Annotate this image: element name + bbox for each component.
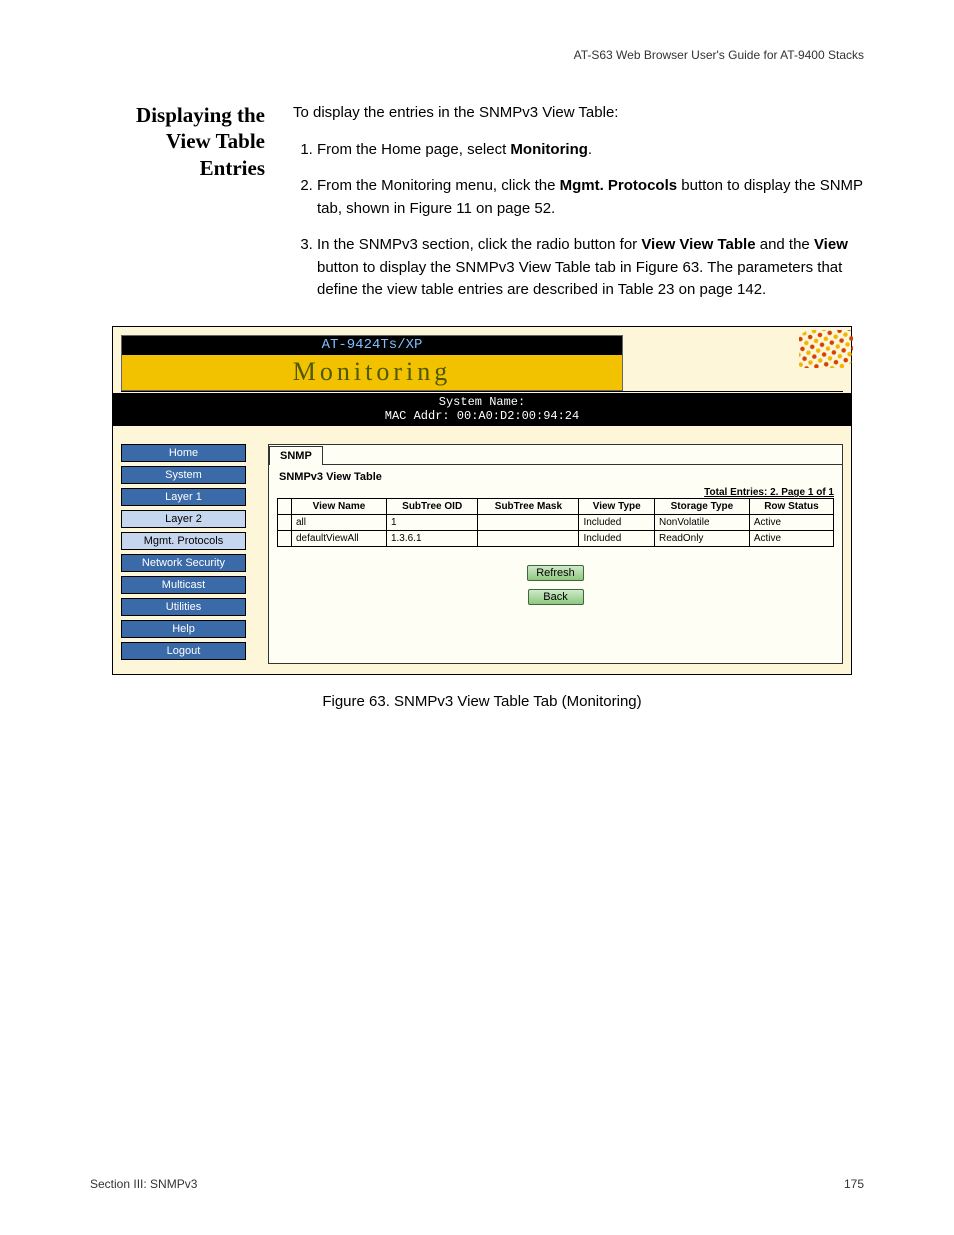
col-view-name: View Name — [292, 499, 387, 515]
panel-title: SNMPv3 View Table — [279, 471, 834, 483]
step-1: From the Home page, select Monitoring. — [317, 139, 864, 162]
cell-row-status: Active — [749, 531, 833, 547]
back-button[interactable]: Back — [528, 589, 584, 605]
nav-help[interactable]: Help — [121, 620, 246, 638]
step-2: From the Monitoring menu, click the Mgmt… — [317, 175, 864, 220]
mac-address: MAC Addr: 00:A0:D2:00:94:24 — [385, 409, 579, 423]
cell-row-status: Active — [749, 515, 833, 531]
nav-system[interactable]: System — [121, 466, 246, 484]
col-select — [278, 499, 292, 515]
cell-subtree-mask — [478, 531, 579, 547]
running-header: AT-S63 Web Browser User's Guide for AT-9… — [90, 48, 864, 62]
table-row[interactable]: defaultViewAll 1.3.6.1 Included ReadOnly… — [278, 531, 834, 547]
section-heading: Displaying the View Table Entries — [90, 102, 265, 316]
section-heading-l2: View Table — [166, 129, 265, 153]
table-row[interactable]: all 1 Included NonVolatile Active — [278, 515, 834, 531]
cell-view-name: defaultViewAll — [292, 531, 387, 547]
cell-view-type: Included — [579, 515, 655, 531]
cell-storage-type: ReadOnly — [654, 531, 749, 547]
col-subtree-mask: SubTree Mask — [478, 499, 579, 515]
nav-logout[interactable]: Logout — [121, 642, 246, 660]
nav-layer2[interactable]: Layer 2 — [121, 510, 246, 528]
nav-layer1[interactable]: Layer 1 — [121, 488, 246, 506]
section-heading-l3: Entries — [200, 156, 265, 180]
system-name-label: System Name: — [439, 395, 525, 409]
view-table: View Name SubTree OID SubTree Mask View … — [277, 498, 834, 547]
nav-utilities[interactable]: Utilities — [121, 598, 246, 616]
col-view-type: View Type — [579, 499, 655, 515]
col-storage-type: Storage Type — [654, 499, 749, 515]
col-row-status: Row Status — [749, 499, 833, 515]
sidebar-nav: Home System Layer 1 Layer 2 Mgmt. Protoc… — [121, 444, 246, 664]
tab-snmp[interactable]: SNMP — [269, 446, 323, 465]
step-3: In the SNMPv3 section, click the radio b… — [317, 234, 864, 302]
device-model: AT-9424Ts/XP — [122, 336, 622, 355]
page-number: 175 — [844, 1177, 864, 1191]
nav-mgmt-protocols[interactable]: Mgmt. Protocols — [121, 532, 246, 550]
row-select[interactable] — [278, 515, 292, 531]
cell-storage-type: NonVolatile — [654, 515, 749, 531]
body-text: To display the entries in the SNMPv3 Vie… — [293, 102, 864, 316]
cell-subtree-oid: 1.3.6.1 — [386, 531, 477, 547]
figure-caption: Figure 63. SNMPv3 View Table Tab (Monito… — [112, 693, 852, 710]
cell-subtree-oid: 1 — [386, 515, 477, 531]
nav-multicast[interactable]: Multicast — [121, 576, 246, 594]
section-heading-l1: Displaying the — [136, 103, 265, 127]
screenshot-figure: AT-9424Ts/XP Monitoring System Name: MAC… — [112, 326, 852, 676]
cell-subtree-mask — [478, 515, 579, 531]
refresh-button[interactable]: Refresh — [527, 565, 584, 581]
cell-view-type: Included — [579, 531, 655, 547]
page-title: Monitoring — [122, 355, 622, 390]
row-select[interactable] — [278, 531, 292, 547]
content-panel: SNMP SNMPv3 View Table Total Entries: 2.… — [268, 444, 843, 664]
nav-home[interactable]: Home — [121, 444, 246, 462]
cell-view-name: all — [292, 515, 387, 531]
footer-section: Section III: SNMPv3 — [90, 1177, 197, 1191]
intro-paragraph: To display the entries in the SNMPv3 Vie… — [293, 102, 864, 125]
system-info-bar: System Name: MAC Addr: 00:A0:D2:00:94:24 — [113, 393, 851, 427]
nav-network-security[interactable]: Network Security — [121, 554, 246, 572]
brand-logo-icon — [799, 330, 853, 368]
col-subtree-oid: SubTree OID — [386, 499, 477, 515]
entries-summary: Total Entries: 2. Page 1 of 1 — [277, 487, 834, 498]
